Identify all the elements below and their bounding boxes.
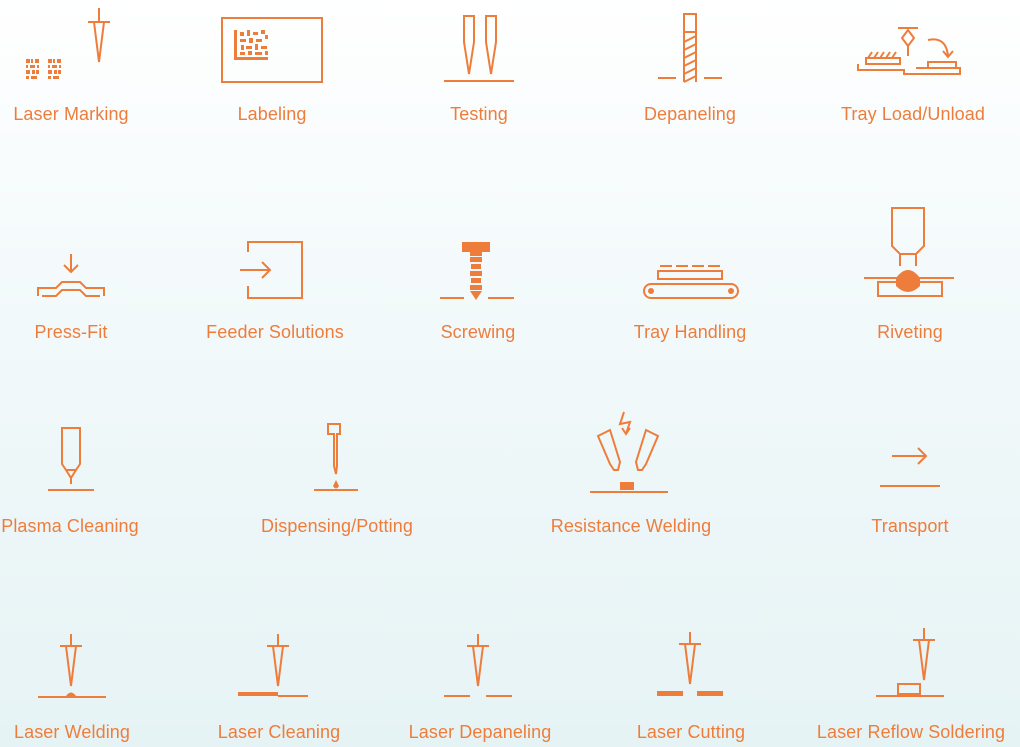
riveting-icon [864,207,954,297]
feeder-solutions-icon [240,241,303,299]
tile-label: Press-Fit [34,322,108,342]
laser-welding-icon [38,634,106,698]
tile-label: Transport [871,516,949,536]
tile-label: Laser Reflow Soldering [816,722,1006,742]
press-fit-icon [37,254,105,297]
tile-label: Labeling [237,104,307,124]
resistance-welding-icon [590,411,668,493]
tile-label: Tray Load/Unload [840,104,986,124]
tile-label: Riveting [877,322,943,342]
laser-reflow-soldering-icon [876,628,944,697]
tile-label: Tray Handling [633,322,747,342]
tile-label: Feeder Solutions [206,322,344,342]
tray-handling-icon [643,265,739,299]
labeling-icon [221,17,323,83]
dispensing-potting-icon [314,423,358,491]
capabilities-grid: { "accent_color": "#ee7d3b", "items": [ … [0,0,1020,747]
tile-label: Depaneling [643,104,737,124]
laser-cleaning-icon [238,634,308,697]
screwing-icon [440,242,514,300]
laser-cutting-icon [657,632,723,696]
tile-label: Laser Cleaning [217,722,341,742]
tile-label: Laser Depaneling [408,722,552,742]
transport-icon [880,447,940,487]
tile-label: Laser Welding [13,722,131,742]
laser-marking-icon [26,8,110,79]
testing-icon [444,15,514,82]
tile-label: Laser Cutting [636,722,746,742]
tile-label: Dispensing/Potting [261,516,413,536]
depaneling-icon [658,13,722,83]
tile-label: Resistance Welding [550,516,712,536]
laser-depaneling-icon [444,634,512,697]
tile-label: Testing [450,104,508,124]
tray-load-unload-icon [857,27,961,75]
tile-label: Screwing [440,322,516,342]
tile-label: Plasma Cleaning [1,516,139,536]
tile-label: Laser Marking [13,104,129,124]
plasma-cleaning-icon [48,427,94,491]
